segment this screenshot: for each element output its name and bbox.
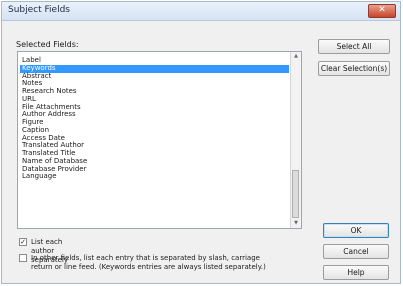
list-authors-checkbox[interactable]: ✓ bbox=[19, 238, 27, 246]
scroll-thumb[interactable] bbox=[292, 170, 299, 218]
fields-list: Label Keywords Abstract Notes Research Notes… bbox=[20, 56, 289, 181]
title-bar: Subject Fields ✕ bbox=[2, 2, 400, 21]
clear-selection-button[interactable]: Clear Selection(s) bbox=[318, 61, 390, 76]
list-item[interactable]: Database Provider bbox=[20, 165, 289, 174]
dialog-title: Subject Fields bbox=[8, 5, 70, 15]
close-button[interactable]: ✕ bbox=[368, 4, 396, 18]
close-icon: ✕ bbox=[378, 5, 386, 15]
select-all-button[interactable]: Select All bbox=[318, 39, 390, 54]
other-fields-label-line-1: In other fields, list each entry that is… bbox=[31, 254, 260, 262]
scroll-up-arrow-icon[interactable]: ▲ bbox=[291, 52, 301, 61]
subject-fields-dialog: Subject Fields ✕ Selected Fields: Label K… bbox=[1, 1, 401, 284]
list-item[interactable]: Research Notes bbox=[20, 87, 289, 96]
other-fields-label-line-2: return or line feed. (Keywords entries a… bbox=[31, 263, 266, 271]
ok-button[interactable]: OK bbox=[323, 223, 389, 238]
list-item[interactable]: Author Address bbox=[20, 110, 289, 119]
list-scrollbar[interactable]: ▲ ▼ bbox=[290, 52, 301, 228]
scroll-down-arrow-icon[interactable]: ▼ bbox=[291, 219, 301, 228]
list-item[interactable]: Figure bbox=[20, 118, 289, 127]
list-item[interactable]: Abstract bbox=[20, 72, 289, 81]
selected-fields-label: Selected Fields: bbox=[16, 40, 79, 49]
fields-listbox[interactable]: Label Keywords Abstract Notes Research Notes… bbox=[17, 51, 302, 229]
help-button[interactable]: Help bbox=[323, 265, 389, 280]
other-fields-label: In other fields, list each entry that is… bbox=[31, 254, 331, 272]
list-item[interactable]: Keywords bbox=[20, 64, 289, 73]
other-fields-checkbox[interactable] bbox=[19, 254, 27, 262]
list-item[interactable]: Language bbox=[20, 172, 289, 181]
list-item[interactable]: Label bbox=[20, 56, 289, 65]
cancel-button[interactable]: Cancel bbox=[323, 244, 389, 259]
